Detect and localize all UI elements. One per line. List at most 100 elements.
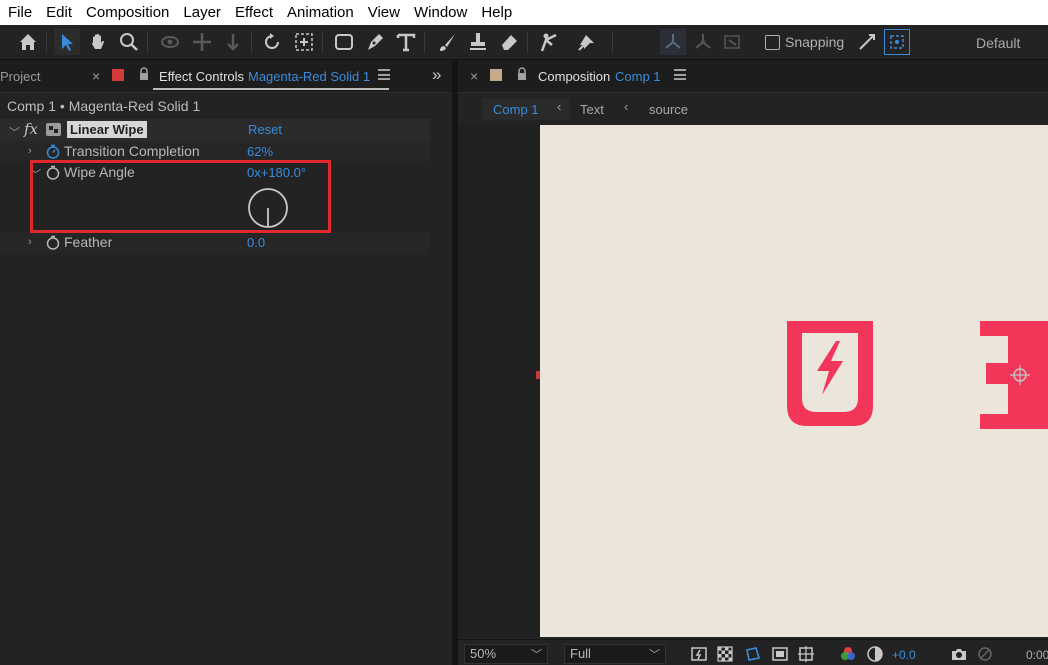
type-tool-icon[interactable] bbox=[393, 29, 419, 55]
breadcrumb: Comp 1 • Magenta-Red Solid 1 bbox=[7, 98, 201, 114]
canvas-graphics bbox=[787, 321, 1048, 429]
world-axis-icon[interactable] bbox=[690, 29, 716, 55]
eraser-tool-icon[interactable] bbox=[496, 29, 522, 55]
panel-menu-icon[interactable] bbox=[378, 69, 390, 80]
camera-snapshot-icon[interactable] bbox=[950, 645, 968, 663]
rotation-tool-icon[interactable] bbox=[259, 29, 285, 55]
region-of-interest-icon[interactable] bbox=[771, 645, 789, 663]
menu-help[interactable]: Help bbox=[474, 0, 519, 25]
transparency-grid-icon[interactable] bbox=[716, 645, 734, 663]
dolly-camera-icon[interactable] bbox=[220, 29, 246, 55]
lock-icon[interactable] bbox=[138, 67, 150, 81]
composition-flowchart-bar: Comp 1 ‹ Text ‹ source bbox=[458, 95, 1048, 123]
flow-item-comp-1[interactable]: Comp 1 bbox=[493, 102, 539, 117]
chevron-down-icon[interactable]: ﹀ bbox=[9, 124, 20, 140]
timecode[interactable]: 0:00 bbox=[1026, 648, 1048, 662]
grid-guides-icon[interactable] bbox=[797, 645, 815, 663]
double-chevron-icon[interactable]: » bbox=[432, 65, 441, 85]
roto-brush-icon[interactable] bbox=[536, 29, 562, 55]
panel-menu-icon[interactable] bbox=[674, 69, 686, 80]
tools-toolbar: Snapping Default bbox=[0, 25, 1048, 60]
effect-name[interactable]: Linear Wipe bbox=[67, 121, 147, 138]
local-axis-icon[interactable] bbox=[660, 29, 686, 55]
shape-tool-icon[interactable] bbox=[331, 29, 357, 55]
pen-tool-icon[interactable] bbox=[362, 29, 388, 55]
reset-button[interactable]: Reset bbox=[248, 122, 282, 137]
chevron-right-icon[interactable]: › bbox=[28, 145, 32, 157]
exposure-value[interactable]: +0.0 bbox=[892, 648, 916, 662]
comp-color-swatch bbox=[490, 69, 502, 81]
home-icon[interactable] bbox=[15, 29, 41, 55]
stopwatch-icon[interactable] bbox=[46, 144, 60, 159]
stopwatch-icon[interactable] bbox=[46, 235, 60, 250]
clone-stamp-icon[interactable] bbox=[465, 29, 491, 55]
chevron-left-icon: ‹ bbox=[557, 99, 562, 114]
menu-animation[interactable]: Animation bbox=[280, 0, 361, 25]
menu-layer[interactable]: Layer bbox=[176, 0, 228, 25]
close-icon[interactable]: × bbox=[92, 68, 100, 84]
left-panel-tabs: Project × Effect Controls Magenta-Red So… bbox=[0, 61, 452, 93]
layer-color-swatch bbox=[112, 69, 124, 81]
pan-camera-icon[interactable] bbox=[189, 29, 215, 55]
chevron-left-icon: ‹ bbox=[624, 99, 629, 114]
effect-preset-icon bbox=[45, 122, 62, 137]
snap-features-icon[interactable] bbox=[884, 29, 910, 55]
snapping-toggle[interactable]: Snapping bbox=[765, 34, 844, 50]
puppet-pin-icon[interactable] bbox=[574, 29, 600, 55]
snapping-label: Snapping bbox=[785, 34, 845, 50]
mask-visibility-icon[interactable] bbox=[744, 645, 762, 663]
tab-project[interactable]: Project bbox=[0, 69, 40, 84]
workspace-selector[interactable]: Default bbox=[976, 35, 1020, 51]
property-row-feather: › Feather 0.0 bbox=[0, 232, 430, 254]
snap-edges-icon[interactable] bbox=[854, 29, 880, 55]
menu-composition[interactable]: Composition bbox=[79, 0, 176, 25]
resolution-dropdown[interactable]: Full ﹀ bbox=[564, 644, 666, 664]
viewer-bottom-bar: 50% ﹀ Full ﹀ +0.0 0:00 bbox=[458, 639, 1048, 665]
color-channels-icon[interactable] bbox=[839, 645, 857, 663]
menu-view[interactable]: View bbox=[361, 0, 407, 25]
tab-composition-name[interactable]: Comp 1 bbox=[615, 69, 661, 84]
composition-tabs: × Composition Comp 1 bbox=[458, 61, 1048, 93]
snapping-checkbox[interactable] bbox=[765, 34, 780, 50]
show-snapshot-icon[interactable] bbox=[976, 645, 994, 663]
effect-controls-panel: Project × Effect Controls Magenta-Red So… bbox=[0, 61, 452, 665]
composition-canvas[interactable] bbox=[540, 125, 1048, 637]
chevron-down-icon: ﹀ bbox=[531, 649, 542, 661]
menu-effect[interactable]: Effect bbox=[228, 0, 280, 25]
flow-item-text[interactable]: Text bbox=[580, 102, 604, 117]
tab-effect-controls-layer[interactable]: Magenta-Red Solid 1 bbox=[248, 69, 370, 84]
orbit-camera-icon[interactable] bbox=[157, 29, 183, 55]
chevron-right-icon[interactable]: › bbox=[28, 236, 32, 248]
effect-header-row[interactable]: ﹀ fx Linear Wipe Reset bbox=[0, 119, 430, 141]
lightning-bolt-icon bbox=[817, 341, 843, 395]
flow-item-source[interactable]: source bbox=[649, 102, 688, 117]
fast-previews-icon[interactable] bbox=[690, 645, 708, 663]
zoom-tool-icon[interactable] bbox=[116, 29, 142, 55]
composition-viewer[interactable] bbox=[458, 125, 1048, 637]
menu-bar: File Edit Composition Layer Effect Anima… bbox=[0, 0, 1048, 25]
reset-exposure-icon[interactable] bbox=[866, 645, 884, 663]
selection-tool-icon[interactable] bbox=[54, 29, 80, 55]
active-tab-indicator bbox=[153, 88, 389, 90]
transition-completion-value[interactable]: 62% bbox=[247, 144, 273, 159]
zoom-dropdown[interactable]: 50% ﹀ bbox=[464, 644, 548, 664]
close-icon[interactable]: × bbox=[470, 68, 478, 84]
feather-value[interactable]: 0.0 bbox=[247, 235, 265, 250]
fx-toggle-icon[interactable]: fx bbox=[24, 120, 38, 138]
hand-tool-icon[interactable] bbox=[85, 29, 111, 55]
menu-file[interactable]: File bbox=[0, 0, 39, 25]
property-name: Feather bbox=[64, 234, 113, 250]
view-axis-icon[interactable] bbox=[719, 29, 745, 55]
pan-behind-icon[interactable] bbox=[291, 29, 317, 55]
menu-edit[interactable]: Edit bbox=[39, 0, 79, 25]
brush-tool-icon[interactable] bbox=[434, 29, 460, 55]
resolution-value: Full bbox=[570, 646, 591, 661]
zoom-value: 50% bbox=[470, 646, 497, 661]
menu-window[interactable]: Window bbox=[407, 0, 474, 25]
tab-composition[interactable]: Composition bbox=[538, 69, 610, 84]
tab-effect-controls[interactable]: Effect Controls bbox=[159, 69, 244, 84]
composition-panel: × Composition Comp 1 Comp 1 ‹ Text ‹ sou… bbox=[458, 61, 1048, 665]
chevron-down-icon: ﹀ bbox=[649, 649, 660, 661]
property-name: Transition Completion bbox=[64, 143, 200, 159]
lock-icon[interactable] bbox=[516, 67, 528, 81]
